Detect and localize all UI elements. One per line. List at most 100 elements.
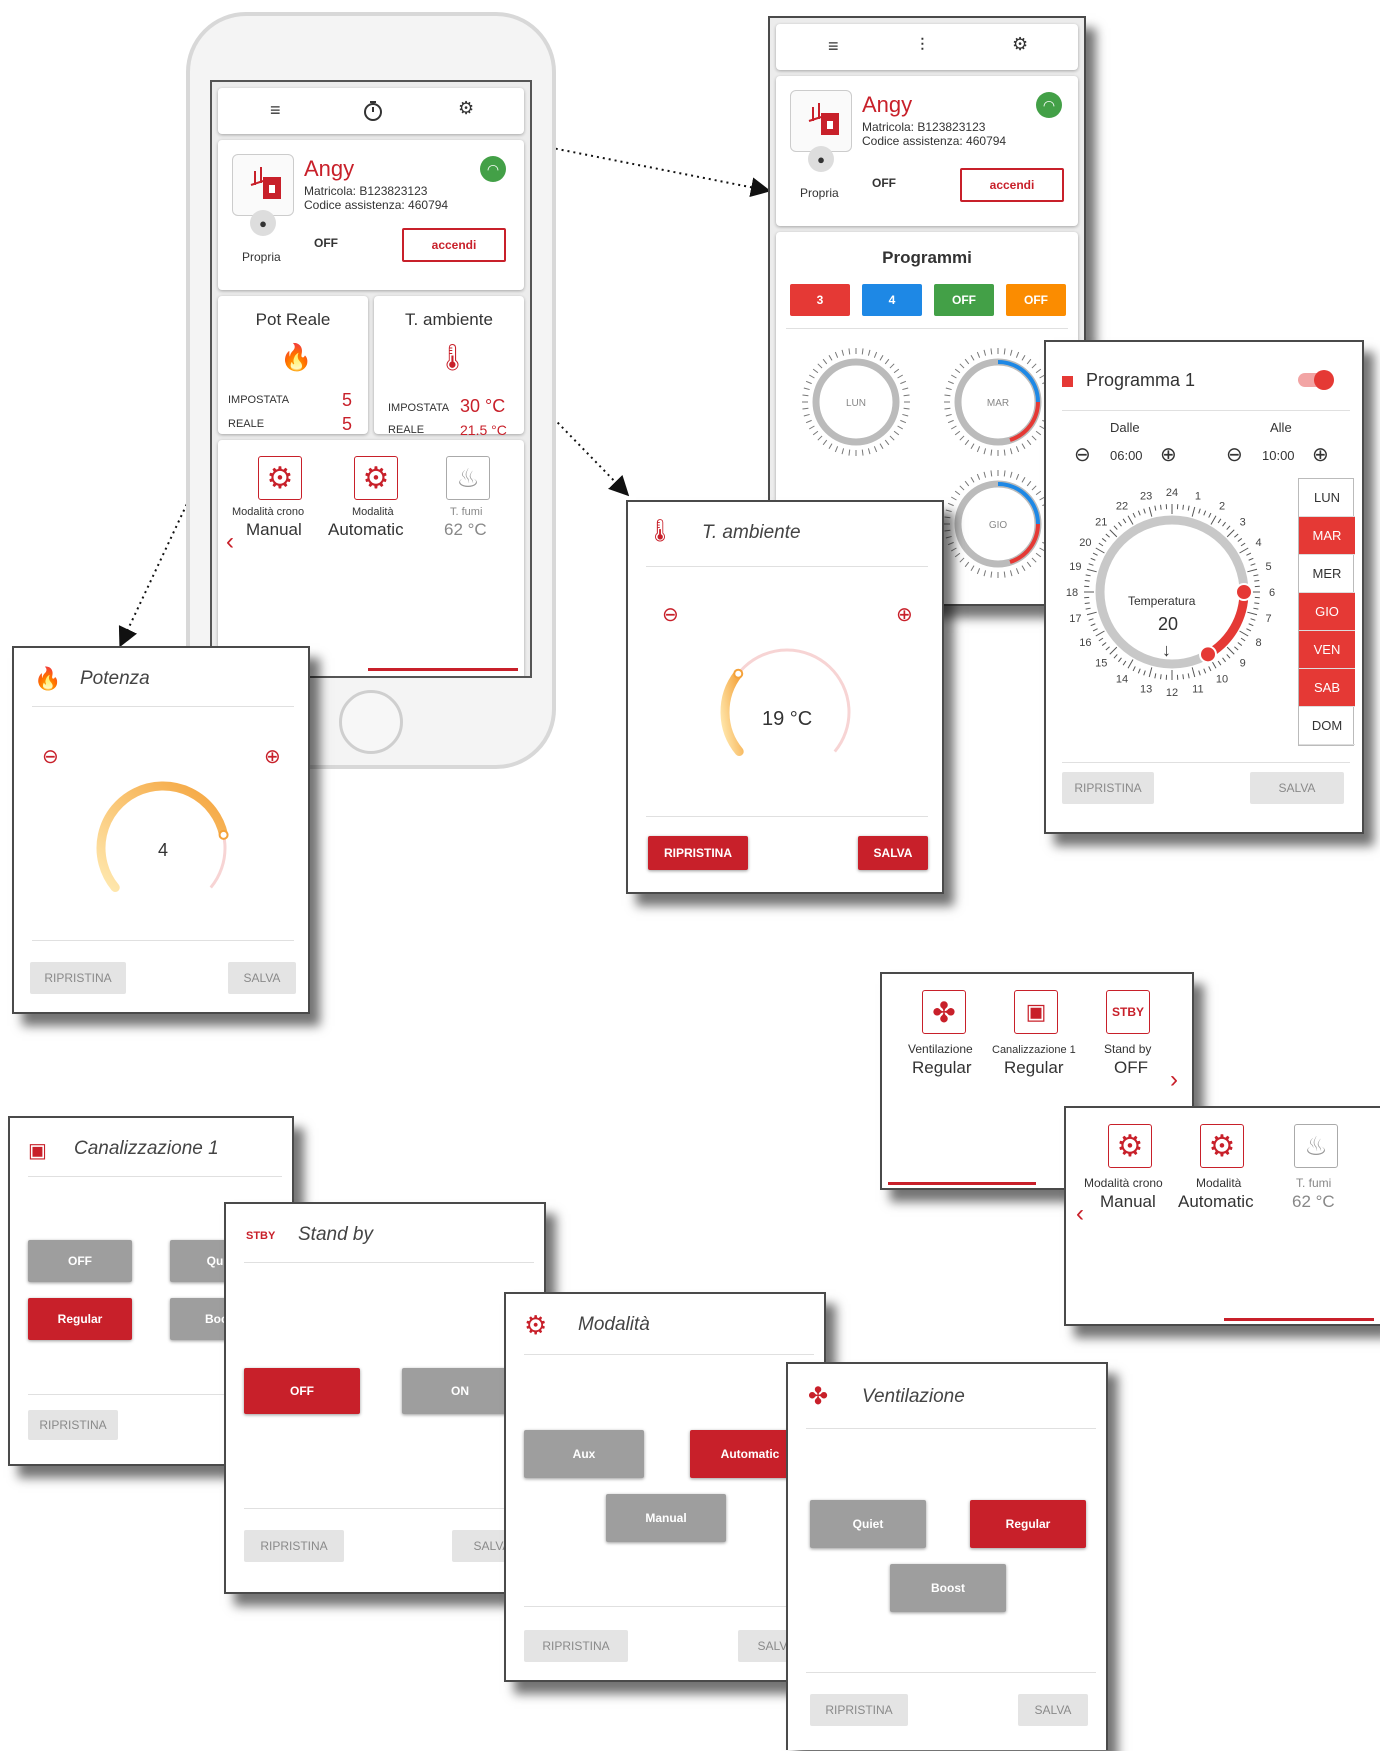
fumi-value: 62 °C bbox=[1292, 1192, 1335, 1211]
day-lun[interactable]: LUN bbox=[1299, 479, 1355, 517]
standby-icon[interactable]: STBY bbox=[1106, 990, 1150, 1034]
accendi-button[interactable]: accendi bbox=[402, 228, 506, 262]
hour-label: 9 bbox=[1240, 658, 1246, 670]
day-mer[interactable]: MER bbox=[1299, 555, 1355, 593]
program-chip[interactable]: OFF bbox=[934, 284, 994, 316]
crono-gear-icon[interactable]: ⚙ bbox=[258, 456, 302, 500]
modalita-dialog: ⚙ Modalità Aux Automatic Manual RIPRISTI… bbox=[504, 1292, 826, 1682]
ripristina-button[interactable]: RIPRISTINA bbox=[1062, 772, 1154, 804]
temperatura-label: Temperatura bbox=[1128, 594, 1196, 608]
salva-button[interactable]: SALVA bbox=[858, 836, 928, 870]
ventilazione-dialog: ✤ Ventilazione Quiet Regular Boost RIPRI… bbox=[786, 1362, 1108, 1750]
list-icon[interactable]: ≡ bbox=[270, 100, 281, 121]
salva-button[interactable]: SALVA bbox=[1018, 1694, 1088, 1726]
ripristina-button[interactable]: RIPRISTINA bbox=[810, 1694, 908, 1726]
quiet-option[interactable]: Quiet bbox=[810, 1500, 926, 1548]
day-sab[interactable]: SAB bbox=[1299, 669, 1355, 707]
minus-button[interactable]: ⊖ bbox=[662, 602, 679, 627]
thermometer-icon: 🌡 bbox=[646, 518, 674, 543]
program-time-dial[interactable]: 24 1234567891011121314151617181920212223 bbox=[1062, 482, 1282, 702]
program-dial[interactable]: MAR bbox=[938, 342, 1058, 462]
canalizzazione-icon[interactable]: ▣ bbox=[1014, 990, 1058, 1034]
potenza-dial[interactable] bbox=[78, 768, 248, 908]
gauge-track bbox=[723, 648, 851, 753]
temperature-dial[interactable] bbox=[702, 632, 872, 772]
regular-option[interactable]: Regular bbox=[970, 1500, 1086, 1548]
programmi-title: Programmi bbox=[882, 248, 972, 267]
phone-screen: ≡ ⚙ ● Angy Matricola: B123823123 Codice … bbox=[210, 80, 532, 678]
off-option[interactable]: OFF bbox=[244, 1368, 360, 1414]
ripristina-button[interactable]: RIPRISTINA bbox=[244, 1530, 344, 1562]
boost-option[interactable]: Boost bbox=[890, 1564, 1006, 1612]
hour-label: 12 bbox=[1166, 687, 1178, 699]
alle-minus-button[interactable]: ⊖ bbox=[1226, 442, 1243, 467]
fan-icon[interactable]: ✤ bbox=[922, 990, 966, 1034]
minus-button[interactable]: ⊖ bbox=[42, 744, 59, 769]
start-handle[interactable] bbox=[1235, 583, 1253, 601]
ripristina-button[interactable]: RIPRISTINA bbox=[28, 1410, 118, 1440]
programma1-title: Programma 1 bbox=[1086, 370, 1196, 390]
gauge-fill bbox=[96, 781, 229, 893]
end-handle[interactable] bbox=[1199, 645, 1217, 664]
day-mar[interactable]: MAR bbox=[1299, 517, 1355, 555]
day-gio[interactable]: GIO bbox=[1299, 593, 1355, 631]
day-ven[interactable]: VEN bbox=[1299, 631, 1355, 669]
program-dial[interactable]: GIO bbox=[938, 464, 1058, 584]
aux-option[interactable]: Aux bbox=[524, 1430, 644, 1478]
gauge-handle[interactable] bbox=[733, 668, 744, 679]
standby-badge: STBY bbox=[246, 1230, 276, 1242]
chevron-left-icon[interactable]: ‹ bbox=[226, 528, 234, 556]
dial-day-label: GIO bbox=[989, 520, 1008, 531]
program-dial[interactable]: LUN bbox=[796, 342, 916, 462]
timer-icon[interactable] bbox=[362, 100, 384, 122]
plus-button[interactable]: ⊕ bbox=[264, 744, 281, 769]
gear-icon[interactable]: ⚙ bbox=[458, 98, 474, 119]
phone-home-button[interactable] bbox=[339, 690, 403, 754]
manual-option[interactable]: Manual bbox=[606, 1494, 726, 1542]
dalle-minus-button[interactable]: ⊖ bbox=[1074, 442, 1091, 467]
chevron-left-icon[interactable]: ‹ bbox=[1076, 1200, 1084, 1228]
program-enable-toggle[interactable] bbox=[1298, 370, 1334, 390]
hour-label: 6 bbox=[1269, 587, 1275, 599]
on-option[interactable]: ON bbox=[402, 1368, 518, 1414]
sliders-icon[interactable]: ⫶ bbox=[920, 35, 925, 56]
dalle-label: Dalle bbox=[1110, 420, 1140, 435]
salva-button[interactable]: SALVA bbox=[228, 962, 296, 994]
crono-gear-icon[interactable]: ⚙ bbox=[1108, 1124, 1152, 1168]
smoke-icon: ♨ bbox=[1294, 1124, 1338, 1168]
modes-row-panel: ⚙ Modalità crono Manual ⚙ Modalità Autom… bbox=[1064, 1106, 1380, 1326]
matricola: Matricola: B123823123 bbox=[304, 184, 428, 198]
impostata-value: 5 bbox=[342, 390, 353, 410]
ripristina-button[interactable]: RIPRISTINA bbox=[648, 836, 748, 870]
ventilazione-value: Regular bbox=[912, 1058, 972, 1077]
salva-button[interactable]: SALVA bbox=[1250, 772, 1344, 804]
dalle-plus-button[interactable]: ⊕ bbox=[1160, 442, 1177, 467]
stove-icon bbox=[232, 154, 294, 216]
chevron-right-icon[interactable]: › bbox=[1170, 1066, 1178, 1094]
program-chip[interactable]: OFF bbox=[1006, 284, 1066, 316]
gear-icon[interactable]: ⚙ bbox=[1012, 34, 1028, 55]
codice-assistenza: Codice assistenza: 460794 bbox=[862, 134, 1007, 148]
pot-reale-card[interactable]: Pot Reale 🔥 IMPOSTATA 5 REALE 5 bbox=[218, 296, 368, 434]
ripristina-button[interactable]: RIPRISTINA bbox=[30, 962, 126, 994]
user-icon: ● bbox=[250, 210, 276, 236]
alle-plus-button[interactable]: ⊕ bbox=[1312, 442, 1329, 467]
modalita-gear-icon[interactable]: ⚙ bbox=[354, 456, 398, 500]
plus-button[interactable]: ⊕ bbox=[896, 602, 913, 627]
device-card: ● Angy Matricola: B123823123 Codice assi… bbox=[218, 140, 524, 290]
hour-label: 15 bbox=[1095, 658, 1107, 670]
regular-option[interactable]: Regular bbox=[28, 1298, 132, 1340]
hour-label: 21 bbox=[1095, 516, 1107, 528]
gauge-handle[interactable] bbox=[218, 829, 229, 840]
modalita-gear-icon[interactable]: ⚙ bbox=[1200, 1124, 1244, 1168]
reale-value: 5 bbox=[342, 414, 353, 434]
program-chip[interactable]: 3 bbox=[790, 284, 850, 316]
t-ambiente-card[interactable]: T. ambiente 🌡 IMPOSTATA 30 °C REALE 21.5… bbox=[374, 296, 524, 438]
program-chip[interactable]: 4 bbox=[862, 284, 922, 316]
accendi-button[interactable]: accendi bbox=[960, 168, 1064, 202]
list-icon[interactable]: ≡ bbox=[828, 36, 839, 57]
ripristina-button[interactable]: RIPRISTINA bbox=[524, 1630, 628, 1662]
day-dom[interactable]: DOM bbox=[1299, 707, 1355, 745]
impostata-label: IMPOSTATA bbox=[388, 402, 450, 414]
off-option[interactable]: OFF bbox=[28, 1240, 132, 1282]
